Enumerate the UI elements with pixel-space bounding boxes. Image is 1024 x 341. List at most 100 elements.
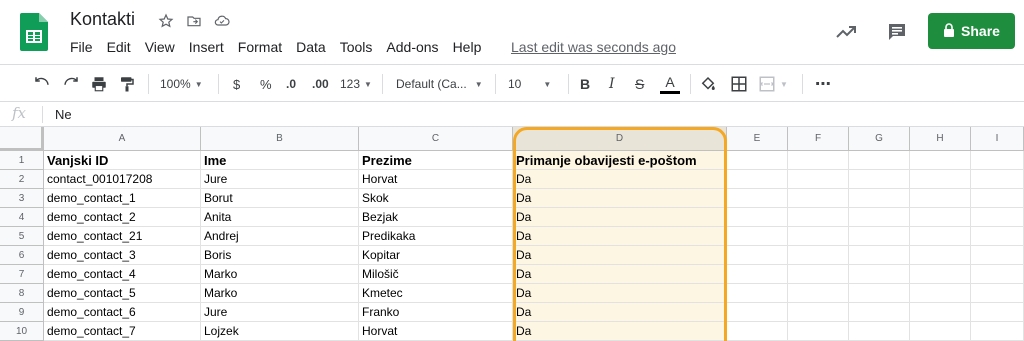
cell-f4[interactable]	[788, 208, 849, 227]
cell-b1[interactable]: Ime	[201, 151, 359, 170]
last-edit-link[interactable]: Last edit was seconds ago	[511, 39, 676, 55]
row-header[interactable]: 8	[0, 284, 44, 303]
menu-help[interactable]: Help	[446, 37, 489, 57]
cell-a1[interactable]: Vanjski ID	[44, 151, 201, 170]
menu-edit[interactable]: Edit	[100, 37, 138, 57]
cell-e1[interactable]	[727, 151, 788, 170]
activity-trend-icon[interactable]	[834, 20, 858, 44]
cell-g4[interactable]	[849, 208, 910, 227]
cell-a4[interactable]: demo_contact_2	[44, 208, 201, 227]
menu-insert[interactable]: Insert	[182, 37, 231, 57]
cell-h3[interactable]	[910, 189, 971, 208]
cell-d9[interactable]: Da	[513, 303, 727, 322]
cell-c5[interactable]: Predikaka	[359, 227, 513, 246]
redo-icon[interactable]	[62, 65, 80, 103]
column-header-e[interactable]: E	[727, 127, 788, 151]
document-title[interactable]: Kontakti	[70, 9, 135, 30]
column-header-g[interactable]: G	[849, 127, 910, 151]
cell-h7[interactable]	[910, 265, 971, 284]
cell-d5[interactable]: Da	[513, 227, 727, 246]
font-size-select[interactable]: 10 ▼	[508, 65, 560, 103]
row-header[interactable]: 10	[0, 322, 44, 341]
cell-b8[interactable]: Marko	[201, 284, 359, 303]
cell-f1[interactable]	[788, 151, 849, 170]
cell-h4[interactable]	[910, 208, 971, 227]
cell-a7[interactable]: demo_contact_4	[44, 265, 201, 284]
cell-b10[interactable]: Lojzek	[201, 322, 359, 341]
merge-cells-icon[interactable]: ▼	[758, 65, 788, 103]
cell-c1[interactable]: Prezime	[359, 151, 513, 170]
italic-button[interactable]: I	[609, 65, 615, 103]
column-header-a[interactable]: A	[44, 127, 201, 151]
cell-i8[interactable]	[971, 284, 1024, 303]
cell-b6[interactable]: Boris	[201, 246, 359, 265]
cell-i3[interactable]	[971, 189, 1024, 208]
column-header-i[interactable]: I	[971, 127, 1024, 151]
cell-i6[interactable]	[971, 246, 1024, 265]
cell-d1[interactable]: Primanje obavijesti e-poštom	[513, 151, 727, 170]
cell-g8[interactable]	[849, 284, 910, 303]
row-header[interactable]: 9	[0, 303, 44, 322]
font-family-select[interactable]: Default (Ca... ▼	[396, 65, 486, 103]
cell-c10[interactable]: Horvat	[359, 322, 513, 341]
column-header-c[interactable]: C	[359, 127, 513, 151]
menu-add-ons[interactable]: Add-ons	[379, 37, 445, 57]
row-header[interactable]: 5	[0, 227, 44, 246]
star-icon[interactable]	[156, 11, 176, 31]
cell-h2[interactable]	[910, 170, 971, 189]
formula-input[interactable]: Ne	[55, 107, 72, 122]
undo-icon[interactable]	[33, 65, 51, 103]
cell-a3[interactable]: demo_contact_1	[44, 189, 201, 208]
cell-h10[interactable]	[910, 322, 971, 341]
cell-a6[interactable]: demo_contact_3	[44, 246, 201, 265]
cell-d4[interactable]: Da	[513, 208, 727, 227]
decrease-decimal-button[interactable]: .0	[286, 65, 296, 103]
move-folder-icon[interactable]	[184, 11, 204, 31]
cell-c2[interactable]: Horvat	[359, 170, 513, 189]
paint-format-icon[interactable]	[118, 65, 136, 103]
share-button[interactable]: Share	[928, 13, 1015, 49]
cell-a8[interactable]: demo_contact_5	[44, 284, 201, 303]
cell-b7[interactable]: Marko	[201, 265, 359, 284]
row-header[interactable]: 2	[0, 170, 44, 189]
cell-b9[interactable]: Jure	[201, 303, 359, 322]
row-header[interactable]: 1	[0, 151, 44, 170]
cell-e4[interactable]	[727, 208, 788, 227]
cell-g3[interactable]	[849, 189, 910, 208]
cell-a2[interactable]: contact_001017208	[44, 170, 201, 189]
row-header[interactable]: 4	[0, 208, 44, 227]
cell-f8[interactable]	[788, 284, 849, 303]
cell-f7[interactable]	[788, 265, 849, 284]
cell-i10[interactable]	[971, 322, 1024, 341]
cell-c8[interactable]: Kmetec	[359, 284, 513, 303]
cell-e6[interactable]	[727, 246, 788, 265]
column-header-d[interactable]: D	[513, 127, 727, 151]
select-all-corner[interactable]	[0, 127, 44, 151]
menu-view[interactable]: View	[138, 37, 182, 57]
cell-g1[interactable]	[849, 151, 910, 170]
cell-e9[interactable]	[727, 303, 788, 322]
cell-d2[interactable]: Da	[513, 170, 727, 189]
cell-d7[interactable]: Da	[513, 265, 727, 284]
cell-e7[interactable]	[727, 265, 788, 284]
cell-f2[interactable]	[788, 170, 849, 189]
menu-file[interactable]: File	[63, 37, 100, 57]
cell-i2[interactable]	[971, 170, 1024, 189]
cell-b2[interactable]: Jure	[201, 170, 359, 189]
cell-a5[interactable]: demo_contact_21	[44, 227, 201, 246]
cell-b4[interactable]: Anita	[201, 208, 359, 227]
cell-e2[interactable]	[727, 170, 788, 189]
cell-e5[interactable]	[727, 227, 788, 246]
row-header[interactable]: 3	[0, 189, 44, 208]
cell-e3[interactable]	[727, 189, 788, 208]
column-header-b[interactable]: B	[201, 127, 359, 151]
cell-h6[interactable]	[910, 246, 971, 265]
column-header-h[interactable]: H	[910, 127, 971, 151]
cell-d6[interactable]: Da	[513, 246, 727, 265]
cell-c9[interactable]: Franko	[359, 303, 513, 322]
comment-icon[interactable]	[885, 20, 909, 44]
cell-g2[interactable]	[849, 170, 910, 189]
cell-g7[interactable]	[849, 265, 910, 284]
row-header[interactable]: 6	[0, 246, 44, 265]
cell-d8[interactable]: Da	[513, 284, 727, 303]
